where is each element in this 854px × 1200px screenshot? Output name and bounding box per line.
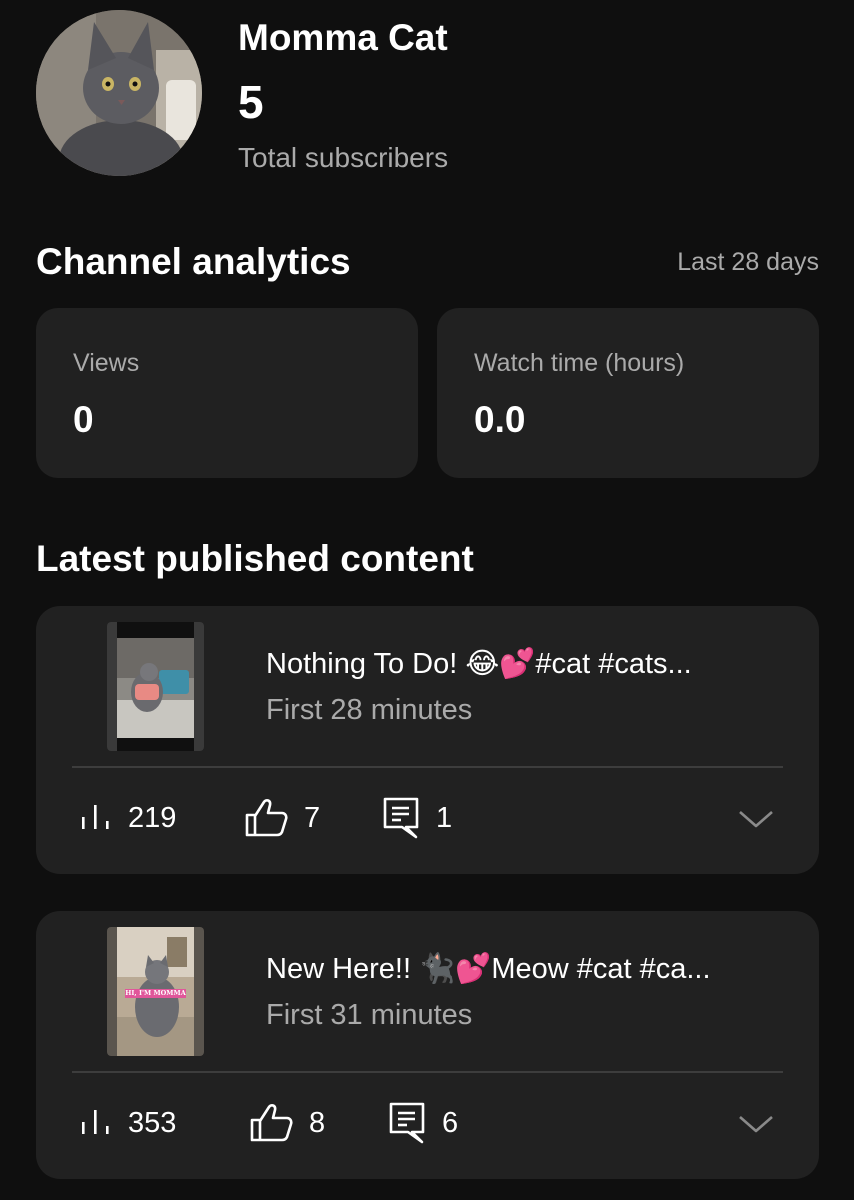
divider bbox=[72, 1071, 783, 1073]
likes-metric: 8 bbox=[249, 1103, 325, 1143]
content-card[interactable]: HI, I'M MOMMA New Here!! 🐈‍⬛💕Meow #cat #… bbox=[36, 911, 819, 1179]
expand-button[interactable] bbox=[736, 806, 776, 832]
chevron-down-icon bbox=[739, 1116, 773, 1133]
comments-count: 1 bbox=[436, 802, 453, 834]
comments-metric: 1 bbox=[382, 797, 453, 839]
thumbnail-caption: HI, I'M MOMMA bbox=[125, 989, 186, 998]
analytics-title: Channel analytics bbox=[36, 241, 351, 282]
likes-count: 7 bbox=[304, 802, 321, 834]
bar-chart-icon bbox=[82, 805, 109, 829]
comments-metric: 6 bbox=[388, 1102, 459, 1144]
views-label: Views bbox=[73, 349, 140, 377]
cat-photo-avatar bbox=[36, 10, 202, 176]
video-thumbnail[interactable] bbox=[107, 622, 204, 751]
comment-icon bbox=[383, 797, 419, 839]
views-value: 0 bbox=[73, 399, 94, 440]
views-count: 219 bbox=[128, 802, 177, 834]
chevron-down-icon bbox=[739, 811, 773, 828]
watch-time-value: 0.0 bbox=[474, 399, 526, 440]
content-card[interactable]: Nothing To Do! 😂💕#cat #cats... First 28 … bbox=[36, 606, 819, 874]
likes-metric: 7 bbox=[244, 798, 320, 838]
comment-icon bbox=[389, 1102, 425, 1144]
channel-avatar[interactable] bbox=[36, 10, 202, 176]
watch-time-card[interactable]: Watch time (hours) 0.0 bbox=[437, 308, 819, 478]
video-thumbnail[interactable]: HI, I'M MOMMA bbox=[107, 927, 204, 1056]
views-card[interactable]: Views 0 bbox=[36, 308, 418, 478]
channel-name: Momma Cat bbox=[238, 17, 448, 58]
subscriber-count: 5 bbox=[238, 76, 264, 128]
thumbs-up-icon bbox=[245, 799, 288, 837]
views-metric: 353 bbox=[80, 1103, 176, 1143]
likes-count: 8 bbox=[309, 1107, 326, 1139]
thumbs-up-icon bbox=[250, 1104, 293, 1142]
latest-content-title: Latest published content bbox=[36, 538, 474, 579]
divider bbox=[72, 766, 783, 768]
views-count: 353 bbox=[128, 1107, 177, 1139]
video-title[interactable]: Nothing To Do! 😂💕#cat #cats... bbox=[266, 646, 786, 682]
video-period: First 31 minutes bbox=[266, 999, 473, 1031]
views-metric: 219 bbox=[80, 798, 176, 838]
comments-count: 6 bbox=[442, 1107, 459, 1139]
video-title[interactable]: New Here!! 🐈‍⬛💕Meow #cat #ca... bbox=[266, 951, 786, 987]
video-period: First 28 minutes bbox=[266, 694, 473, 726]
subscriber-label: Total subscribers bbox=[238, 142, 449, 173]
analytics-period[interactable]: Last 28 days bbox=[677, 246, 819, 278]
cat-video-thumbnail bbox=[107, 622, 204, 751]
watch-time-label: Watch time (hours) bbox=[474, 349, 685, 377]
expand-button[interactable] bbox=[736, 1111, 776, 1137]
bar-chart-icon bbox=[82, 1110, 109, 1134]
